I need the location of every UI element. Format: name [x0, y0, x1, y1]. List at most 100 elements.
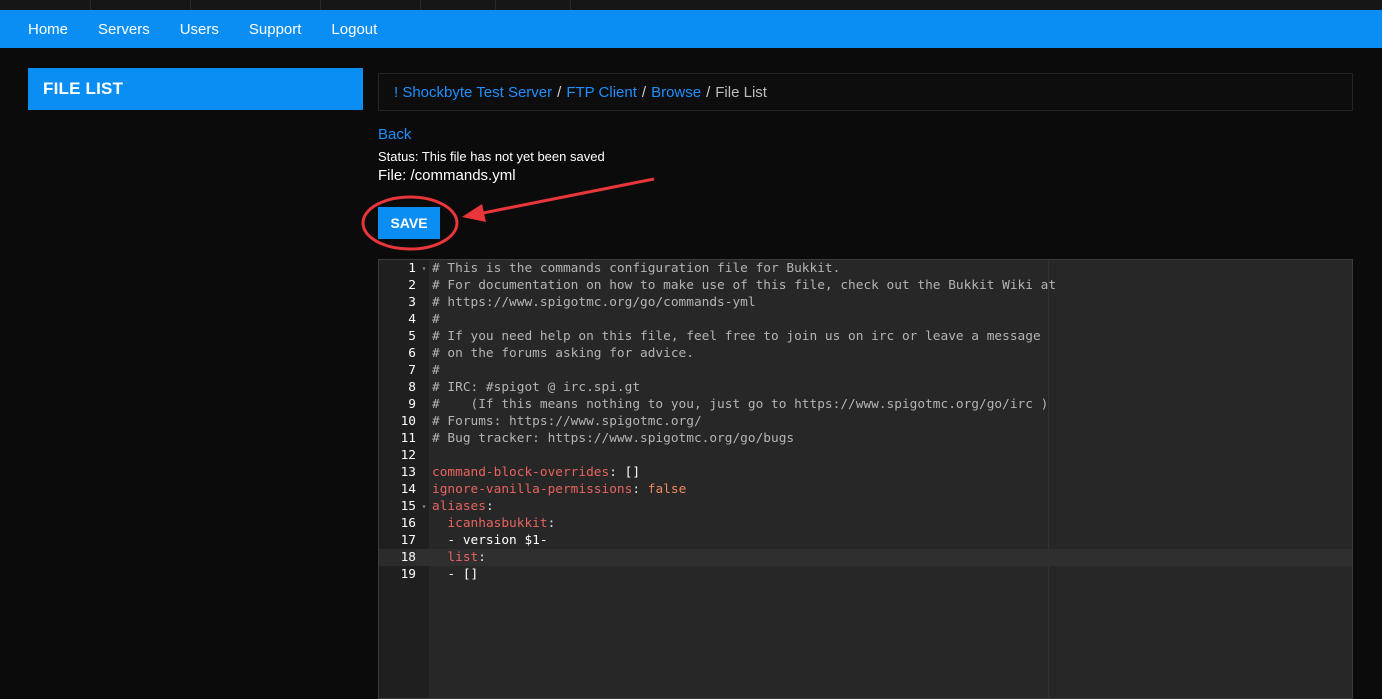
line-number: 7	[408, 363, 416, 378]
code-token: :	[609, 465, 625, 480]
nav-home[interactable]: Home	[28, 21, 68, 38]
line-number: 8	[408, 380, 416, 395]
code-token: aliases	[432, 499, 486, 514]
code-token: :	[485, 499, 494, 514]
code-token: # If you need help on this file, feel fr…	[432, 329, 1041, 344]
line-number: 3	[408, 295, 416, 310]
code-text: - []	[432, 566, 478, 583]
line-number: 17	[400, 533, 416, 548]
code-line[interactable]: 6 # on the forums asking for advice.	[379, 345, 1352, 362]
top-strip	[0, 0, 1382, 10]
save-status: Status: This file has not yet been saved	[378, 149, 605, 164]
code-token: command-block-overrides	[432, 465, 610, 480]
code-line[interactable]: 16 icanhasbukkit:	[379, 515, 1352, 532]
breadcrumb-separator: /	[557, 83, 562, 101]
code-token: - []	[432, 567, 479, 582]
line-number: 6	[408, 346, 416, 361]
code-line[interactable]: 5 # If you need help on this file, feel f…	[379, 328, 1352, 345]
code-token: # This is the commands configuration fil…	[432, 261, 841, 276]
code-text: # (If this means nothing to you, just go…	[432, 396, 1048, 413]
line-number: 14	[400, 482, 416, 497]
code-text: icanhasbukkit:	[432, 515, 555, 532]
code-text: # Bug tracker: https://www.spigotmc.org/…	[432, 430, 794, 447]
line-number: 13	[400, 465, 416, 480]
code-line[interactable]: 4 #	[379, 311, 1352, 328]
code-text: # IRC: #spigot @ irc.spi.gt	[432, 379, 640, 396]
code-text: #	[432, 311, 440, 328]
code-text: command-block-overrides: []	[432, 464, 640, 481]
breadcrumb-ftp-client[interactable]: FTP Client	[566, 84, 637, 101]
code-token: - version $1-	[432, 533, 548, 548]
line-number: 10	[400, 414, 416, 429]
code-line[interactable]: 2 # For documentation on how to make use …	[379, 277, 1352, 294]
nav-logout[interactable]: Logout	[331, 21, 377, 38]
code-line[interactable]: 11 # Bug tracker: https://www.spigotmc.or…	[379, 430, 1352, 447]
fold-toggle-icon[interactable]: ▾	[419, 260, 429, 277]
line-number: 9	[408, 397, 416, 412]
code-token: :	[478, 550, 486, 565]
code-text: ignore-vanilla-permissions: false	[432, 481, 686, 498]
code-line[interactable]: 8 # IRC: #spigot @ irc.spi.gt	[379, 379, 1352, 396]
code-token: # For documentation on how to make use o…	[432, 278, 1057, 293]
code-text: #	[432, 362, 440, 379]
code-line[interactable]: 3 # https://www.spigotmc.org/go/commands-…	[379, 294, 1352, 311]
file-path: File: /commands.yml	[378, 167, 516, 184]
code-line[interactable]: 17 - version $1-	[379, 532, 1352, 549]
code-text: # on the forums asking for advice.	[432, 345, 694, 362]
line-number: 11	[400, 431, 416, 446]
line-number: 1	[408, 261, 416, 276]
code-text: # If you need help on this file, feel fr…	[432, 328, 1041, 345]
code-line[interactable]: 12	[379, 447, 1352, 464]
breadcrumb-server[interactable]: ! Shockbyte Test Server	[394, 84, 552, 101]
code-token: false	[647, 482, 687, 497]
sidebar-title: FILE LIST	[28, 68, 363, 110]
line-number: 12	[400, 448, 416, 463]
code-token: []	[624, 465, 641, 480]
line-number: 18	[379, 549, 416, 566]
code-text: - version $1-	[432, 532, 548, 549]
code-line[interactable]: 18 list:	[379, 549, 1352, 566]
annotation-arrow-shaft	[477, 177, 655, 216]
breadcrumb-separator: /	[706, 83, 711, 101]
line-number: 16	[400, 516, 416, 531]
code-token: # Bug tracker: https://www.spigotmc.org/…	[432, 431, 795, 446]
breadcrumb-current: File List	[715, 83, 767, 101]
nav-support[interactable]: Support	[249, 21, 302, 38]
back-link[interactable]: Back	[378, 126, 411, 143]
code-editor[interactable]: 1 ▾ # This is the commands configuration f…	[378, 259, 1353, 699]
code-line[interactable]: 15 ▾ aliases:	[379, 498, 1352, 515]
breadcrumb-browse[interactable]: Browse	[651, 84, 701, 101]
code-line[interactable]: 9 # (If this means nothing to you, just g…	[379, 396, 1352, 413]
code-line[interactable]: 19 - []	[379, 566, 1352, 583]
line-number: 4	[408, 312, 416, 327]
code-line[interactable]: 14 ignore-vanilla-permissions: false	[379, 481, 1352, 498]
save-button[interactable]: SAVE	[378, 207, 440, 239]
code-token: list	[447, 550, 479, 565]
code-text: # This is the commands configuration fil…	[432, 260, 840, 277]
breadcrumb-separator: /	[641, 83, 647, 101]
line-number: 19	[400, 567, 416, 582]
code-line[interactable]: 10 # Forums: https://www.spigotmc.org/	[379, 413, 1352, 430]
code-token: ignore-vanilla-permissions	[432, 482, 633, 497]
code-token: :	[632, 482, 648, 497]
code-text: aliases:	[432, 498, 494, 515]
code-token: #	[432, 363, 440, 378]
code-token: :	[547, 516, 556, 531]
line-number: 5	[408, 329, 416, 344]
line-number: 2	[408, 278, 416, 293]
code-line[interactable]: 13 command-block-overrides: []	[379, 464, 1352, 481]
code-line[interactable]: 1 ▾ # This is the commands configuration f…	[379, 260, 1352, 277]
code-text: # Forums: https://www.spigotmc.org/	[432, 413, 702, 430]
code-token: # on the forums asking for advice.	[432, 346, 694, 361]
annotation-arrow-head	[462, 204, 486, 222]
code-token: icanhasbukkit	[447, 516, 548, 531]
code-token: # IRC: #spigot @ irc.spi.gt	[432, 380, 641, 395]
nav-users[interactable]: Users	[180, 21, 219, 38]
nav-servers[interactable]: Servers	[98, 21, 150, 38]
code-line[interactable]: 7 #	[379, 362, 1352, 379]
fold-toggle-icon[interactable]: ▾	[419, 498, 429, 515]
line-number: 15	[400, 499, 416, 514]
breadcrumb: ! Shockbyte Test Server / FTP Client / B…	[378, 73, 1353, 111]
